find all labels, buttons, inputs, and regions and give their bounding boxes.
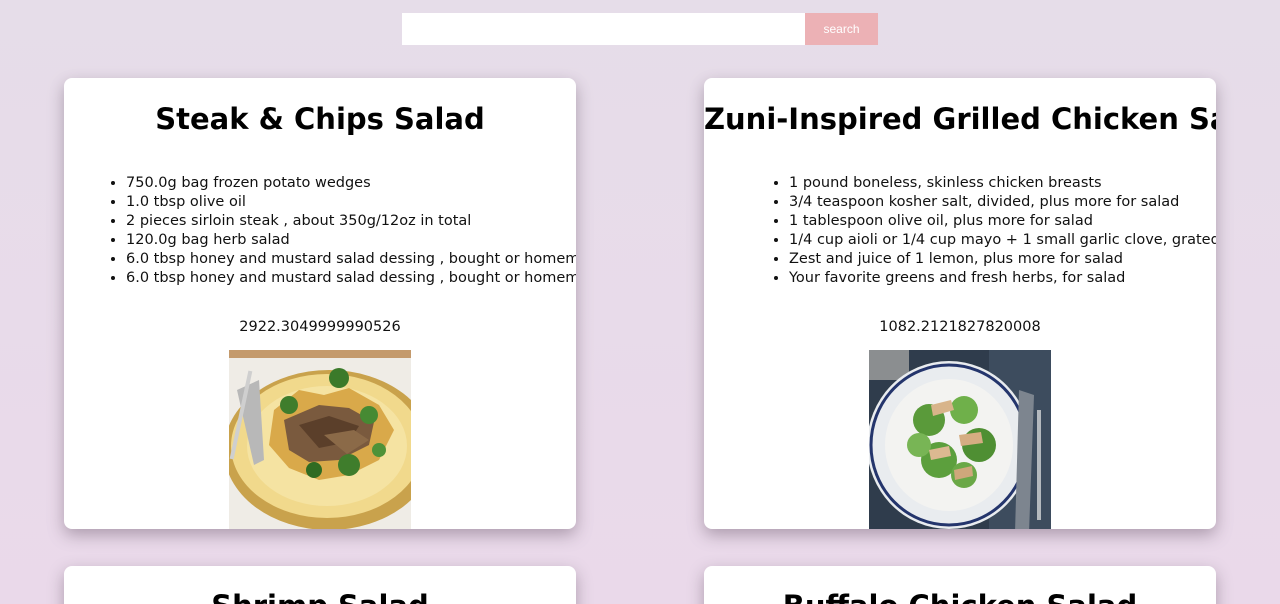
ingredient-item: 2 pieces sirloin steak , about 350g/12oz… [126,212,576,231]
recipe-card: Shrimp Salad [64,566,576,604]
recipe-photo [229,350,411,529]
recipe-title: Steak & Chips Salad [155,102,485,136]
ingredient-item: 6.0 tbsp honey and mustard salad dessing… [126,250,576,269]
recipe-calories: 1082.2121827820008 [879,319,1041,335]
recipe-title: Zuni-Inspired Grilled Chicken Salad [704,102,1216,136]
recipe-calories: 2922.3049999990526 [239,319,401,335]
recipe-card: Buffalo Chicken Salad [704,566,1216,604]
recipe-card: Steak & Chips Salad 750.0g bag frozen po… [64,78,576,529]
ingredient-item: 1 tablespoon olive oil, plus more for sa… [789,212,1216,231]
ingredient-item: 3/4 teaspoon kosher salt, divided, plus … [789,193,1216,212]
ingredient-item: 6.0 tbsp honey and mustard salad dessing… [126,269,576,288]
ingredient-list: 750.0g bag frozen potato wedges 1.0 tbsp… [64,174,576,288]
ingredient-item: 120.0g bag herb salad [126,231,576,250]
ingredient-item: 1.0 tbsp olive oil [126,193,576,212]
ingredient-item: 1 pound boneless, skinless chicken breas… [789,174,1216,193]
search-button[interactable]: search [805,13,878,45]
recipe-title: Shrimp Salad [64,589,576,604]
search-bar: search [402,13,878,45]
recipe-photo [869,350,1051,529]
search-input[interactable] [402,13,805,45]
ingredient-list: 1 pound boneless, skinless chicken breas… [704,174,1216,288]
ingredient-item: Zest and juice of 1 lemon, plus more for… [789,250,1216,269]
recipe-card: Zuni-Inspired Grilled Chicken Salad 1 po… [704,78,1216,529]
ingredient-item: 1/4 cup aioli or 1/4 cup mayo + 1 small … [789,231,1216,250]
ingredient-item: Your favorite greens and fresh herbs, fo… [789,269,1216,288]
recipe-title: Buffalo Chicken Salad [704,589,1216,604]
ingredient-item: 750.0g bag frozen potato wedges [126,174,576,193]
